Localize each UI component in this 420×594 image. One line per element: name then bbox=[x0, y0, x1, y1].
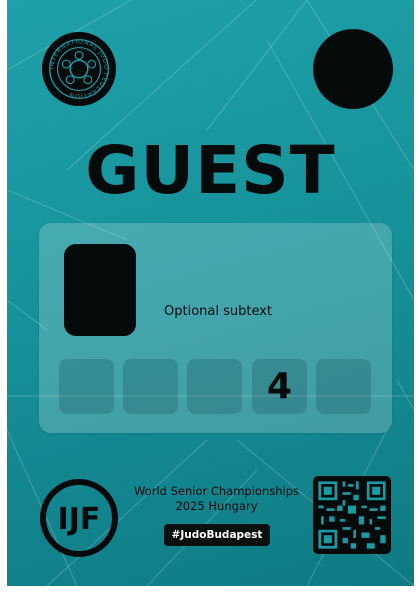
access-slot-5-label bbox=[316, 359, 371, 414]
access-slot-2-label bbox=[123, 359, 178, 414]
access-slot-2 bbox=[123, 359, 178, 414]
ijf-logo-icon: IJF bbox=[40, 479, 118, 557]
accreditation-badge: INTERNATIONAL JUDO FEDERATION GUEST Opti… bbox=[7, 0, 414, 586]
access-slot-5 bbox=[316, 359, 371, 414]
access-slot-1 bbox=[59, 359, 114, 414]
event-line-1: World Senior Championships bbox=[133, 484, 300, 498]
access-slot-3-label bbox=[187, 359, 242, 414]
hashtag-label: #JudoBudapest bbox=[164, 524, 270, 546]
photo-placeholder-circle bbox=[313, 29, 393, 109]
event-line-2: 2025 Hungary bbox=[175, 499, 258, 513]
holder-photo bbox=[64, 244, 136, 336]
ijf-logo-text: IJF bbox=[58, 502, 101, 537]
access-slot-1-label bbox=[59, 359, 114, 414]
federation-seal-icon: INTERNATIONAL JUDO FEDERATION bbox=[41, 31, 117, 107]
badge-title: GUEST bbox=[85, 132, 336, 209]
event-name: World Senior Championships 2025 Hungary bbox=[124, 484, 309, 514]
access-slot-4: 4 bbox=[252, 359, 307, 414]
qr-code-icon bbox=[313, 476, 391, 554]
access-slot-4-label: 4 bbox=[266, 366, 293, 407]
access-slot-3 bbox=[187, 359, 242, 414]
holder-panel: Optional subtext 4 bbox=[39, 223, 392, 433]
holder-subtext: Optional subtext bbox=[164, 304, 273, 319]
